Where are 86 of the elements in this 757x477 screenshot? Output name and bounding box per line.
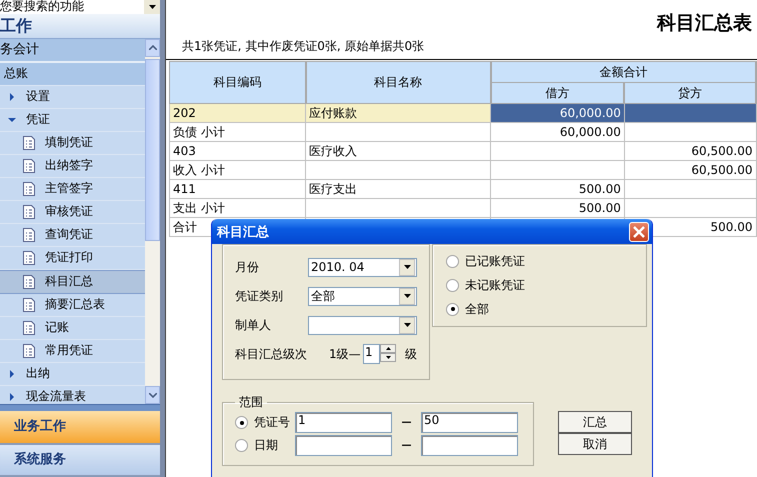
column-header: 贷方 (624, 82, 756, 104)
document-icon (23, 298, 35, 312)
document-icon (23, 274, 35, 289)
table-cell: 60,000.00 (490, 104, 624, 122)
expanded-arrow-icon (8, 116, 16, 124)
table-cell: 医疗收入 (306, 142, 491, 160)
tree-item[interactable]: 查询凭证 (0, 224, 145, 247)
tree-item[interactable]: 出纳签字 (0, 154, 145, 178)
tree-group[interactable]: 总账 (0, 62, 145, 86)
radio-option[interactable]: 日期 (235, 438, 295, 454)
tree-item[interactable]: 常用凭证 (0, 340, 145, 363)
table-cell: 500.00 (490, 198, 624, 218)
field-label: 凭证类别 (235, 288, 284, 304)
scroll-up-icon[interactable] (148, 45, 156, 50)
document-icon (23, 204, 35, 219)
table-cell: 收入 小计 (170, 160, 306, 180)
radio-option[interactable]: 已记账凭证 (446, 253, 646, 269)
dialog-button[interactable]: 汇总 (558, 411, 632, 433)
table-cell: 60,500.00 (624, 160, 756, 180)
tree-item[interactable]: 审核凭证 (0, 200, 145, 224)
dash: — (400, 440, 412, 451)
dropdown-field[interactable]: 全部 (308, 286, 417, 306)
tree-item[interactable]: 科目汇总 (0, 270, 145, 294)
group-label: 范围 (238, 394, 264, 411)
search-field[interactable]: 您要搜索的功能 (0, 0, 160, 14)
nav-button[interactable]: 业务工作 (0, 411, 160, 445)
table-cell: 医疗支出 (306, 180, 491, 198)
level-prefix: 1级— (329, 346, 362, 362)
scrollbar[interactable] (145, 38, 160, 404)
caret-icon (148, 4, 156, 9)
document-icon (23, 136, 35, 150)
document-icon (23, 344, 35, 358)
collapsed-arrow-icon (8, 370, 16, 378)
document-icon (23, 250, 35, 265)
table-cell: 支出 小计 (170, 198, 306, 218)
spinner-buttons[interactable] (380, 344, 396, 364)
tree-item[interactable]: 摘要汇总表 (0, 294, 145, 317)
dash: — (400, 417, 412, 428)
radio-option[interactable]: 全部 (446, 301, 646, 317)
table-cell: 应付账款 (306, 104, 491, 122)
input-field[interactable]: 1 (295, 412, 392, 433)
caret-icon (404, 265, 410, 269)
close-button[interactable] (629, 222, 649, 242)
close-icon (633, 226, 645, 238)
table-cell: 负债 小计 (170, 122, 306, 142)
report-summary: 共1张凭证, 其中作废凭证0张, 原始单据共0张 (166, 38, 757, 60)
tree-item[interactable]: 记账 (0, 316, 145, 340)
table-cell: 403 (170, 142, 306, 160)
dialog-button[interactable]: 取消 (558, 433, 632, 455)
table-cell: 60,500.00 (624, 142, 756, 160)
panel-header: 工作 (0, 14, 160, 39)
nav-button[interactable]: 系统服务 (0, 445, 160, 477)
column-header: 借方 (490, 82, 624, 104)
column-header: 科目编码 (170, 62, 306, 104)
level-suffix: 级 (405, 346, 417, 362)
dropdown-field[interactable]: 2010. 04 (308, 258, 417, 276)
collapsed-arrow-icon (8, 92, 16, 101)
section-header[interactable]: 务会计 (0, 38, 145, 63)
table-cell: 202 (170, 104, 306, 122)
table-cell: 411 (170, 180, 306, 198)
caret-icon (404, 323, 410, 327)
dropdown-field[interactable] (308, 316, 417, 334)
input-field[interactable]: 50 (421, 412, 518, 433)
tree-item[interactable]: 填制凭证 (0, 132, 145, 155)
report-title: 科目汇总表 (656, 11, 753, 36)
collapsed-arrow-icon (8, 392, 16, 401)
radio-option[interactable]: 凭证号 (235, 414, 295, 430)
input-field[interactable] (295, 435, 392, 456)
table-cell: 500.00 (490, 180, 624, 198)
level-input[interactable]: 1 (363, 344, 380, 364)
caret-icon (404, 294, 410, 298)
field-label: 月份 (235, 258, 260, 276)
field-label: 制单人 (235, 316, 272, 334)
column-header: 科目名称 (306, 62, 491, 104)
document-icon (23, 158, 35, 173)
scroll-down-icon[interactable] (148, 392, 156, 398)
document-icon (23, 320, 35, 335)
tree-item[interactable]: 主管签字 (0, 178, 145, 201)
dropdown-button[interactable] (144, 0, 160, 14)
column-header: 金额合计 (490, 62, 756, 82)
field-label: 科目汇总级次 (235, 346, 308, 362)
input-field[interactable] (421, 435, 518, 456)
document-icon (23, 182, 35, 196)
document-icon (23, 228, 35, 242)
table-cell: 60,000.00 (490, 122, 624, 142)
radio-option[interactable]: 未记账凭证 (446, 277, 646, 293)
